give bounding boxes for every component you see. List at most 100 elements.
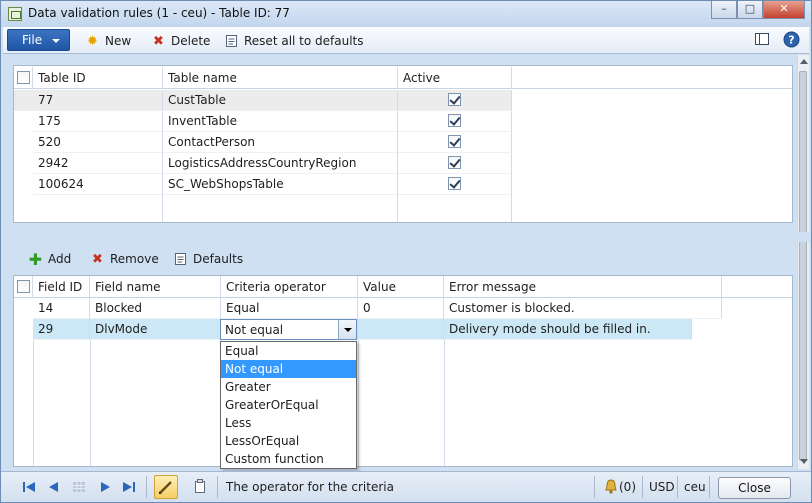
dropdown-option-greater-or-equal[interactable]: GreaterOrEqual [221, 396, 356, 414]
active-cell [398, 111, 512, 132]
select-all-fields-checkbox[interactable] [17, 280, 30, 293]
separator [709, 476, 710, 498]
column-header-table-name[interactable]: Table name [163, 67, 398, 89]
table-name-cell: ContactPerson [163, 132, 398, 153]
last-record-icon[interactable] [121, 480, 137, 494]
table-id-cell: 2942 [33, 153, 163, 174]
close-window-button[interactable]: ✕ [763, 1, 805, 19]
table-row[interactable]: 2942 LogisticsAddressCountryRegion [14, 153, 512, 174]
table-name-cell: CustTable [163, 90, 398, 111]
dropdown-option-greater[interactable]: Greater [221, 378, 356, 396]
record-grid-icon[interactable] [71, 480, 87, 494]
new-label: New [105, 34, 132, 48]
table-row[interactable]: 100624 SC_WebShopsTable [14, 174, 512, 195]
column-header-error-message[interactable]: Error message [444, 276, 722, 298]
file-menu-label: File [22, 33, 43, 47]
column-header-field-name[interactable]: Field name [90, 276, 221, 298]
separator [217, 476, 218, 498]
reset-document-icon [224, 34, 239, 49]
table-row[interactable]: 175 InventTable [14, 111, 512, 132]
new-button[interactable]: ✹ New [85, 32, 131, 50]
select-all-fields-header-cell [14, 276, 33, 298]
column-header-table-id[interactable]: Table ID [33, 67, 163, 89]
select-all-checkbox[interactable] [17, 71, 30, 84]
first-record-icon[interactable] [21, 480, 37, 494]
table-id-cell: 77 [33, 90, 163, 111]
error-message-cell: Delivery mode should be filled in. [444, 319, 692, 340]
active-checkbox[interactable] [448, 93, 461, 106]
layout-toggle-icon[interactable] [754, 31, 771, 48]
app-icon [8, 7, 22, 21]
status-bar: The operator for the criteria (0) USD ce… [1, 471, 811, 502]
notifications-count[interactable]: (0) [619, 480, 636, 494]
previous-record-icon[interactable] [46, 480, 62, 494]
delete-button[interactable]: ✖ Delete [151, 32, 210, 50]
scroll-up-icon[interactable] [800, 59, 808, 64]
currency-indicator[interactable]: USD [649, 480, 675, 494]
table-row[interactable]: 520 ContactPerson [14, 132, 512, 153]
active-cell [398, 132, 512, 153]
attachment-icon[interactable] [193, 478, 207, 495]
edit-mode-button[interactable] [154, 475, 178, 499]
criteria-operator-combobox[interactable]: Not equal [220, 319, 357, 340]
maximize-button[interactable]: □ [737, 1, 763, 19]
file-menu-button[interactable]: File [7, 29, 70, 51]
dropdown-option-not-equal[interactable]: Not equal [221, 360, 356, 378]
company-indicator[interactable]: ceu [684, 480, 706, 494]
title-bar: Data validation rules (1 - ceu) - Table … [1, 1, 811, 27]
column-header-value[interactable]: Value [358, 276, 444, 298]
column-divider [444, 340, 445, 466]
fields-grid-header: Field ID Field name Criteria operator Va… [14, 276, 792, 298]
field-id-cell: 14 [33, 298, 90, 319]
active-cell [398, 153, 512, 174]
bell-icon[interactable] [603, 478, 619, 495]
separator [642, 476, 643, 498]
column-header-active[interactable]: Active [398, 67, 512, 89]
table-row[interactable]: 77 CustTable [14, 90, 512, 111]
tables-grid: Table ID Table name Active 77 CustTable … [13, 65, 793, 223]
table-id-cell: 100624 [33, 174, 163, 195]
add-label: Add [48, 252, 72, 266]
defaults-button[interactable]: Defaults [173, 250, 243, 268]
active-checkbox[interactable] [448, 114, 461, 127]
dropdown-option-custom-function[interactable]: Custom function [221, 450, 356, 468]
svg-text:?: ? [788, 34, 794, 47]
criteria-operator-cell: Equal [221, 298, 358, 319]
table-name-cell: InventTable [163, 111, 398, 132]
minimize-button[interactable]: – [711, 1, 737, 19]
separator [677, 476, 678, 498]
close-button[interactable]: Close [718, 477, 791, 499]
dropdown-option-less[interactable]: Less [221, 414, 356, 432]
chevron-down-icon [52, 39, 60, 43]
separator [146, 476, 147, 498]
next-record-icon[interactable] [97, 480, 113, 494]
empty-row [14, 195, 512, 222]
add-button[interactable]: ✚ Add [28, 250, 71, 268]
active-checkbox[interactable] [448, 156, 461, 169]
active-checkbox[interactable] [448, 135, 461, 148]
data-validation-rules-window: Data validation rules (1 - ceu) - Table … [0, 0, 812, 503]
column-header-field-id[interactable]: Field ID [33, 276, 90, 298]
reset-all-button[interactable]: Reset all to defaults [224, 32, 364, 50]
remove-label: Remove [110, 252, 159, 266]
scroll-down-icon[interactable] [800, 459, 808, 464]
field-row-selected[interactable]: 29 DlvMode Delivery mode should be fille… [33, 319, 692, 340]
column-header-criteria-operator[interactable]: Criteria operator [221, 276, 358, 298]
plus-icon: ✚ [28, 249, 43, 269]
window-scrollbar[interactable] [797, 55, 809, 469]
value-cell[interactable] [358, 319, 444, 340]
dropdown-option-equal[interactable]: Equal [221, 342, 356, 360]
field-name-cell: DlvMode [90, 319, 221, 340]
field-row[interactable]: 14 Blocked Equal 0 Customer is blocked. [14, 298, 722, 319]
dropdown-option-less-or-equal[interactable]: LessOrEqual [221, 432, 356, 450]
scrollbar-thumb[interactable] [799, 71, 807, 461]
dropdown-arrow-icon[interactable] [338, 320, 356, 339]
pane-splitter[interactable] [3, 232, 809, 242]
table-name-cell: SC_WebShopsTable [163, 174, 398, 195]
column-divider [33, 340, 34, 466]
reset-all-label: Reset all to defaults [244, 34, 364, 48]
help-icon[interactable]: ? [783, 31, 800, 48]
remove-button[interactable]: ✖ Remove [90, 250, 159, 268]
window-title: Data validation rules (1 - ceu) - Table … [28, 6, 290, 20]
active-checkbox[interactable] [448, 177, 461, 190]
